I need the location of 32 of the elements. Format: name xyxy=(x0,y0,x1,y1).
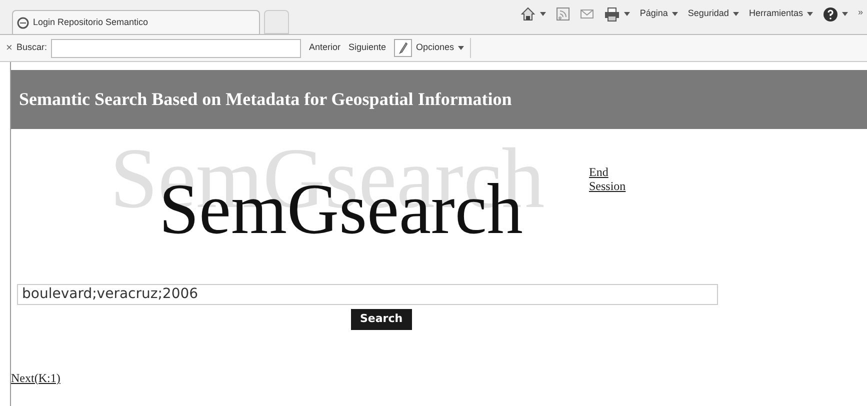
caret-icon xyxy=(806,12,813,16)
help-icon[interactable] xyxy=(822,6,838,22)
close-icon[interactable]: × xyxy=(6,40,12,56)
pencil-icon xyxy=(398,42,408,54)
link-text[interactable]: Session xyxy=(589,179,626,193)
search-field[interactable]: boulevard;veracruz;2006 xyxy=(17,284,718,305)
caret-icon xyxy=(732,12,739,16)
end-session-link[interactable]: End Session xyxy=(589,165,626,193)
next-results-link[interactable]: Next(K:1) xyxy=(11,369,60,387)
link-text[interactable]: End xyxy=(589,165,626,179)
options-menu[interactable]: Opciones xyxy=(416,38,472,58)
header-banner: Semantic Search Based on Metadata for Geospatial Information xyxy=(11,70,867,129)
envelope-icon[interactable] xyxy=(580,8,594,20)
browser-tab[interactable]: Login Repositorio Semantico xyxy=(12,10,260,34)
find-field[interactable] xyxy=(50,38,301,58)
caret-icon xyxy=(624,12,630,16)
feed-icon[interactable] xyxy=(556,7,570,21)
search-button[interactable]: Search xyxy=(351,309,412,330)
caret-icon xyxy=(672,12,678,16)
menu-item[interactable]: Página xyxy=(640,7,668,21)
previous-link[interactable]: Anterior xyxy=(308,41,340,55)
menu-item[interactable]: Seguridad xyxy=(688,7,729,21)
overflow-chevron[interactable]: » xyxy=(858,6,863,20)
menu-item[interactable]: Herramientas xyxy=(748,7,803,21)
highlight-button[interactable] xyxy=(394,39,412,57)
house-icon[interactable] xyxy=(520,6,536,22)
find-label: Buscar: xyxy=(16,41,47,54)
printer-icon[interactable] xyxy=(604,6,620,22)
caret-icon xyxy=(842,12,848,16)
next-link[interactable]: Siguiente xyxy=(348,41,386,55)
caret-icon xyxy=(458,46,464,50)
caret-icon xyxy=(540,12,546,16)
